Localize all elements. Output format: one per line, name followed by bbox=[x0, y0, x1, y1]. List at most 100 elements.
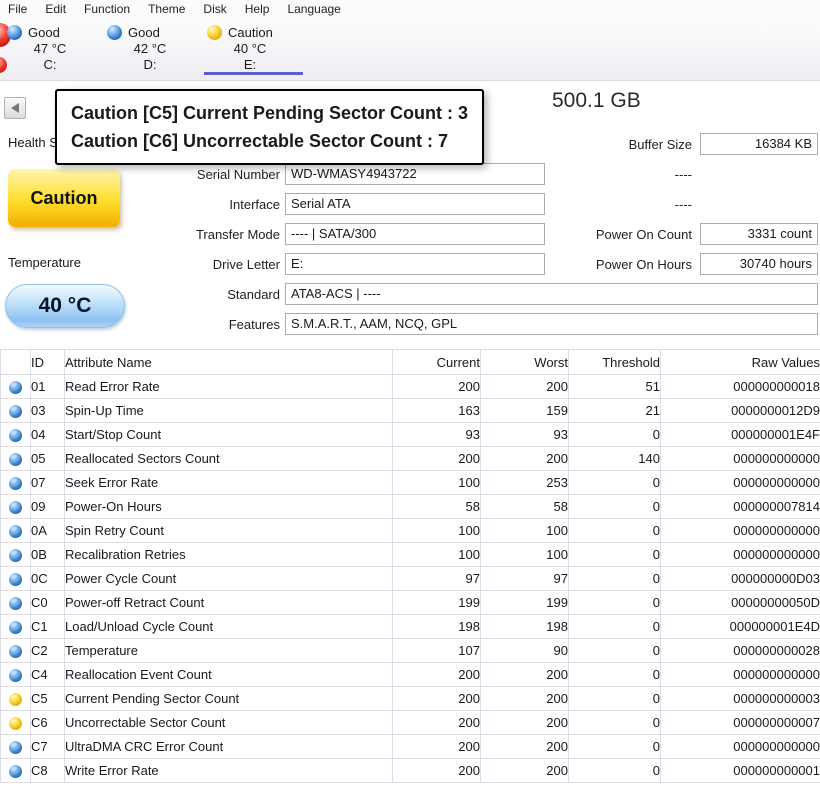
attr-raw-cell: 000000001E4D bbox=[660, 614, 820, 639]
attr-worst-cell: 199 bbox=[480, 590, 569, 615]
info-row: ---- bbox=[400, 163, 818, 185]
attr-worst-cell: 200 bbox=[480, 374, 569, 399]
drive-status-text: Caution bbox=[228, 24, 273, 40]
status-dot-icon bbox=[9, 741, 22, 755]
info-field-label: Standard bbox=[227, 286, 280, 302]
smart-table-body: 01 Read Error Rate 200 200 51 0000000000… bbox=[0, 374, 820, 783]
status-cell bbox=[0, 686, 31, 711]
attr-threshold-cell: 0 bbox=[568, 470, 661, 495]
smart-row: 01 Read Error Rate 200 200 51 0000000000… bbox=[0, 374, 820, 399]
attr-name-cell: UltraDMA CRC Error Count bbox=[64, 734, 393, 759]
status-dot-icon bbox=[9, 477, 22, 491]
menu-item[interactable]: File bbox=[8, 2, 27, 16]
menu-item[interactable]: Edit bbox=[45, 2, 66, 16]
attr-id-cell: 0B bbox=[30, 542, 65, 567]
attr-id-cell: C7 bbox=[30, 734, 65, 759]
attr-threshold-cell: 140 bbox=[568, 446, 661, 471]
attr-name-cell: Uncorrectable Sector Count bbox=[64, 710, 393, 735]
drive-tab[interactable]: Good 42 °C D: bbox=[100, 17, 200, 80]
menu-item[interactable]: Help bbox=[245, 2, 270, 16]
attr-name-cell: Spin-Up Time bbox=[64, 398, 393, 423]
attr-current-cell: 200 bbox=[392, 710, 481, 735]
attr-id-cell: C2 bbox=[30, 638, 65, 663]
attr-threshold-cell: 0 bbox=[568, 662, 661, 687]
attr-current-cell: 199 bbox=[392, 590, 481, 615]
info-field-label: ---- bbox=[674, 166, 692, 182]
smart-row: C0 Power-off Retract Count 199 199 0 000… bbox=[0, 590, 820, 615]
info-field-label: Features bbox=[228, 316, 280, 332]
attr-raw-cell: 000000000000 bbox=[660, 518, 820, 543]
attr-id-cell: 03 bbox=[30, 398, 65, 423]
status-dot-icon bbox=[9, 501, 22, 515]
tooltip-line-2: Caution [C6] Uncorrectable Sector Count … bbox=[71, 131, 449, 151]
status-dot-icon bbox=[9, 525, 22, 539]
attr-threshold-cell: 0 bbox=[568, 590, 661, 615]
info-row: Power On Count 3331 count bbox=[400, 223, 818, 245]
attr-current-cell: 100 bbox=[392, 518, 481, 543]
drive-letter-text: D: bbox=[143, 57, 157, 72]
status-dot-icon bbox=[9, 381, 22, 395]
attr-id-cell: 01 bbox=[30, 374, 65, 399]
attr-worst-cell: 159 bbox=[480, 398, 569, 423]
attr-worst-cell: 200 bbox=[480, 686, 569, 711]
attr-threshold-cell: 0 bbox=[568, 518, 661, 543]
attr-current-cell: 200 bbox=[392, 686, 481, 711]
attr-worst-cell: 200 bbox=[480, 734, 569, 759]
attr-threshold-cell: 0 bbox=[568, 614, 661, 639]
attr-current-cell: 200 bbox=[392, 446, 481, 471]
drive-tab-status-row: Good bbox=[100, 23, 200, 41]
info-field-value: ATA8-ACS | ---- bbox=[285, 283, 818, 305]
status-column-header bbox=[0, 349, 31, 375]
info-field-value: 3331 count bbox=[700, 223, 818, 245]
attr-name-cell: Reallocated Sectors Count bbox=[64, 446, 393, 471]
attr-threshold-cell: 0 bbox=[568, 758, 661, 783]
attr-threshold-cell: 0 bbox=[568, 734, 661, 759]
menu-item[interactable]: Language bbox=[287, 2, 340, 16]
smart-row: C8 Write Error Rate 200 200 0 0000000000… bbox=[0, 758, 820, 783]
status-dot-icon bbox=[9, 429, 22, 443]
attr-worst-cell: 253 bbox=[480, 470, 569, 495]
attr-threshold-cell: 21 bbox=[568, 398, 661, 423]
drive-tab[interactable]: Caution 40 °C E: bbox=[200, 17, 303, 80]
status-cell bbox=[0, 422, 31, 447]
drive-tab[interactable]: Good 47 °C C: bbox=[0, 17, 100, 80]
drive-letter-text: E: bbox=[243, 57, 257, 72]
status-cell bbox=[0, 518, 31, 543]
attr-raw-cell: 000000000007 bbox=[660, 710, 820, 735]
attr-id-cell: C1 bbox=[30, 614, 65, 639]
attr-current-cell: 200 bbox=[392, 374, 481, 399]
smart-row: 0B Recalibration Retries 100 100 0 00000… bbox=[0, 542, 820, 567]
menu-item[interactable]: Disk bbox=[203, 2, 226, 16]
attr-id-cell: 05 bbox=[30, 446, 65, 471]
info-field-label: ---- bbox=[674, 196, 692, 212]
attr-threshold-cell: 0 bbox=[568, 542, 661, 567]
threshold-column-header: Threshold bbox=[568, 349, 661, 375]
info-field-label: Serial Number bbox=[196, 166, 280, 182]
status-dot-icon bbox=[9, 645, 22, 659]
attr-name-cell: Power Cycle Count bbox=[64, 566, 393, 591]
info-field-value: S.M.A.R.T., AAM, NCQ, GPL bbox=[285, 313, 818, 335]
status-dot-icon bbox=[9, 717, 22, 731]
attr-worst-cell: 97 bbox=[480, 566, 569, 591]
attr-current-cell: 200 bbox=[392, 758, 481, 783]
attr-raw-cell: 000000000000 bbox=[660, 470, 820, 495]
previous-drive-button[interactable] bbox=[4, 97, 26, 119]
drive-capacity-title: 500.1 GB bbox=[552, 89, 641, 112]
smart-row: C4 Reallocation Event Count 200 200 0 00… bbox=[0, 662, 820, 687]
smart-row: 0C Power Cycle Count 97 97 0 000000000D0… bbox=[0, 566, 820, 591]
attr-id-cell: 09 bbox=[30, 494, 65, 519]
attr-threshold-cell: 0 bbox=[568, 638, 661, 663]
attribute-name-column-header: Attribute Name bbox=[64, 349, 393, 375]
info-row: Standard ATA8-ACS | ---- bbox=[0, 283, 818, 305]
attr-threshold-cell: 0 bbox=[568, 566, 661, 591]
attr-current-cell: 100 bbox=[392, 542, 481, 567]
attr-current-cell: 107 bbox=[392, 638, 481, 663]
attr-name-cell: Seek Error Rate bbox=[64, 470, 393, 495]
menu-bar: File Edit Function Theme Disk Help Language bbox=[0, 0, 820, 17]
attr-current-cell: 58 bbox=[392, 494, 481, 519]
menu-item[interactable]: Theme bbox=[148, 2, 185, 16]
menu-item[interactable]: Function bbox=[84, 2, 130, 16]
attr-worst-cell: 100 bbox=[480, 542, 569, 567]
smart-row: 03 Spin-Up Time 163 159 21 0000000012D9 bbox=[0, 398, 820, 423]
attr-raw-cell: 000000000001 bbox=[660, 758, 820, 783]
